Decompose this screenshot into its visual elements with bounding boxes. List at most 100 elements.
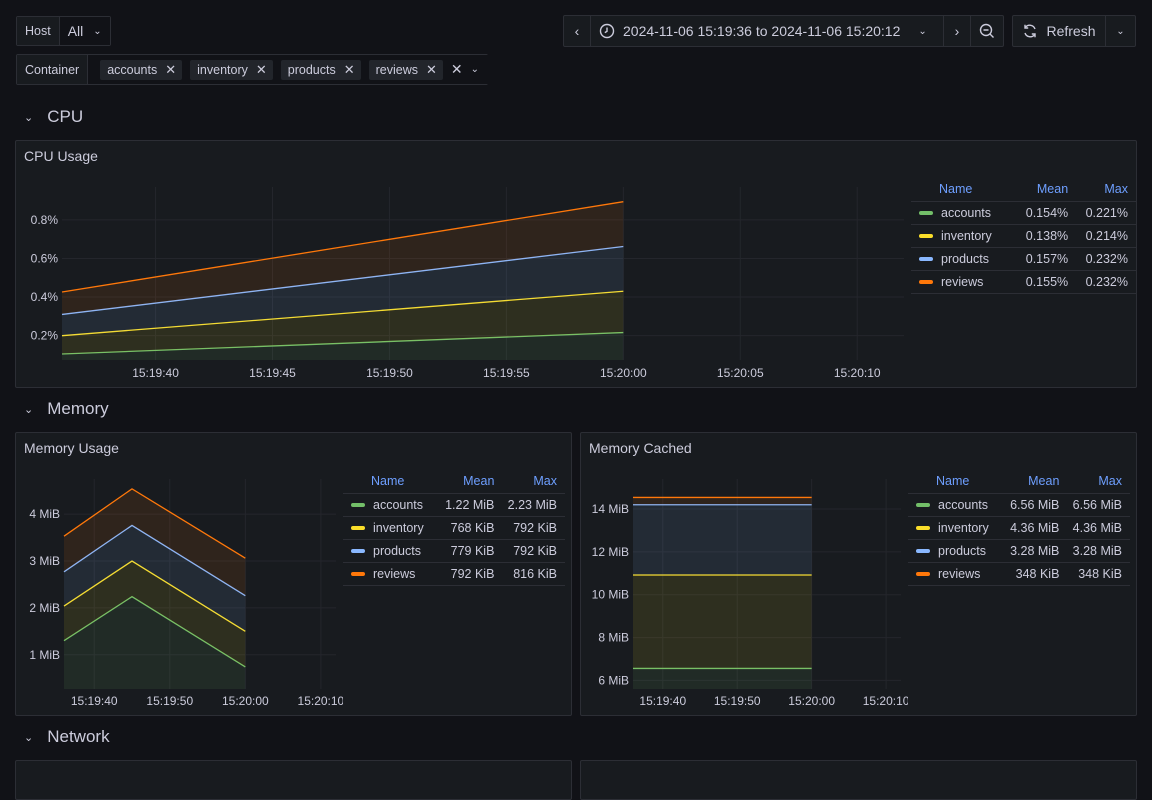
container-select[interactable]: accounts ✕ inventory ✕ products ✕ reviews ✕ <box>88 55 451 84</box>
time-forward-button[interactable]: › <box>943 15 971 47</box>
series-name: products <box>938 543 986 558</box>
legend-row[interactable]: inventory 0.138% 0.214% <box>911 223 1136 247</box>
y-tick-label: 10 MiB <box>592 588 629 602</box>
x-tick-label: 15:19:50 <box>366 366 413 380</box>
zoom-out-button[interactable] <box>970 15 1004 47</box>
legend-header-max[interactable]: Max <box>1076 181 1136 201</box>
legend-header-max[interactable]: Max <box>502 473 565 493</box>
series-name: inventory <box>941 228 992 243</box>
y-tick-label: 0.6% <box>31 251 59 265</box>
chevron-down-icon: ⌄ <box>918 25 927 37</box>
legend-header-name[interactable]: Name <box>908 473 1005 493</box>
row-memory[interactable]: ⌄ Memory <box>24 399 109 419</box>
series-mean: 1.22 MiB <box>439 492 503 516</box>
refresh-interval-button[interactable]: ⌄ <box>1105 15 1136 47</box>
series-color-swatch <box>919 257 933 262</box>
legend-row[interactable]: reviews 792 KiB 816 KiB <box>343 561 565 586</box>
remove-chip-icon[interactable]: ✕ <box>426 62 437 78</box>
legend-header-mean[interactable]: Mean <box>440 473 503 493</box>
y-tick-label: 1 MiB <box>29 648 60 662</box>
remove-chip-icon[interactable]: ✕ <box>344 62 355 78</box>
chip-label: accounts <box>107 62 158 77</box>
chevron-down-icon: ⌄ <box>24 111 34 124</box>
host-label: Host <box>17 17 60 45</box>
chevron-down-icon: ⌄ <box>93 25 102 37</box>
area-reviews <box>633 497 812 505</box>
y-tick-label: 8 MiB <box>598 631 629 645</box>
row-network[interactable]: ⌄ Network <box>24 727 110 747</box>
x-tick-label: 15:20:05 <box>717 366 764 380</box>
series-max: 6.56 MiB <box>1067 492 1130 516</box>
legend-row[interactable]: accounts 1.22 MiB 2.23 MiB <box>343 492 565 516</box>
y-tick-label: 0.4% <box>31 290 59 304</box>
legend-row[interactable]: reviews 348 KiB 348 KiB <box>908 561 1130 586</box>
series-mean: 779 KiB <box>439 538 503 562</box>
series-max: 4.36 MiB <box>1067 515 1130 539</box>
legend-row[interactable]: products 3.28 MiB 3.28 MiB <box>908 538 1130 562</box>
legend-row[interactable]: reviews 0.155% 0.232% <box>911 269 1136 294</box>
series-max: 816 KiB <box>502 561 565 586</box>
legend-row[interactable]: inventory 768 KiB 792 KiB <box>343 515 565 539</box>
series-name: reviews <box>941 274 984 289</box>
legend-header-mean[interactable]: Mean <box>1016 181 1076 201</box>
y-tick-label: 6 MiB <box>598 673 629 687</box>
series-mean: 3.28 MiB <box>1004 538 1068 562</box>
series-mean: 4.36 MiB <box>1004 515 1068 539</box>
container-chip: products ✕ <box>280 59 361 80</box>
area-accounts <box>633 668 812 689</box>
series-name: accounts <box>941 205 992 220</box>
legend-row[interactable]: accounts 6.56 MiB 6.56 MiB <box>908 492 1130 516</box>
row-title: CPU <box>47 107 84 126</box>
series-name: accounts <box>373 497 424 512</box>
time-back-button[interactable]: ‹ <box>563 15 591 47</box>
x-tick-label: 15:19:40 <box>71 694 118 708</box>
x-tick-label: 15:20:10 <box>298 694 343 708</box>
x-tick-label: 15:19:40 <box>132 366 179 380</box>
refresh-button[interactable]: Refresh <box>1012 15 1106 47</box>
legend-row[interactable]: products 0.157% 0.232% <box>911 246 1136 270</box>
legend-row[interactable]: products 779 KiB 792 KiB <box>343 538 565 562</box>
cpu-legend: Name Mean Max accounts 0.154% 0.221% inventory… <box>911 181 1136 294</box>
chip-label: products <box>287 62 336 77</box>
series-max: 0.232% <box>1076 246 1136 270</box>
panel-memory-usage: Memory Usage 1 MiB 2 MiB 3 MiB 4 MiB 15:19:4… <box>15 432 572 716</box>
chevron-right-icon: › <box>954 23 960 39</box>
time-range-picker[interactable]: 2024-11-06 15:19:36 to 2024-11-06 15:20:… <box>590 15 944 47</box>
series-color-swatch <box>916 549 930 554</box>
series-color-swatch <box>916 572 930 577</box>
host-select[interactable]: All ⌄ <box>59 17 110 45</box>
legend-row[interactable]: inventory 4.36 MiB 4.36 MiB <box>908 515 1130 539</box>
series-color-swatch <box>351 503 365 508</box>
series-color-swatch <box>916 526 930 531</box>
panel-memory-cached: Memory Cached 6 MiB 8 MiB 10 MiB 12 MiB 14 M… <box>580 432 1137 716</box>
chip-label: inventory <box>197 62 248 77</box>
container-chip: reviews ✕ <box>368 59 443 80</box>
remove-chip-icon[interactable]: ✕ <box>256 62 267 78</box>
series-max: 0.214% <box>1076 223 1136 247</box>
legend-header-max[interactable]: Max <box>1067 473 1130 493</box>
x-tick-label: 15:20:00 <box>600 366 647 380</box>
series-mean: 0.138% <box>1016 223 1077 247</box>
series-name: accounts <box>938 497 989 512</box>
remove-chip-icon[interactable]: ✕ <box>165 62 176 78</box>
series-max: 2.23 MiB <box>502 492 565 516</box>
container-variable: Container accounts ✕ inventory ✕ products ✕ re… <box>16 54 492 85</box>
series-max: 0.221% <box>1076 200 1136 224</box>
row-cpu[interactable]: ⌄ CPU <box>24 107 83 127</box>
time-range-text: 2024-11-06 15:19:36 to 2024-11-06 15:20:… <box>623 23 901 39</box>
series-mean: 0.157% <box>1016 246 1077 270</box>
series-name: products <box>373 543 421 558</box>
series-max: 792 KiB <box>502 515 565 539</box>
series-name: products <box>941 251 989 266</box>
refresh-icon <box>1024 24 1037 38</box>
chevron-left-icon: ‹ <box>574 23 580 39</box>
y-tick-label: 4 MiB <box>29 507 60 521</box>
legend-header-name[interactable]: Name <box>911 181 1016 201</box>
legend-header-name[interactable]: Name <box>343 473 440 493</box>
clear-icon[interactable]: ✕ <box>451 61 463 78</box>
legend-row[interactable]: accounts 0.154% 0.221% <box>911 200 1136 224</box>
legend-header-mean[interactable]: Mean <box>1005 473 1068 493</box>
memory-cached-chart: 6 MiB 8 MiB 10 MiB 12 MiB 14 MiB 15:19:40 15:1… <box>592 479 908 708</box>
panel-network-2 <box>580 760 1137 800</box>
x-tick-label: 15:19:50 <box>146 694 193 708</box>
